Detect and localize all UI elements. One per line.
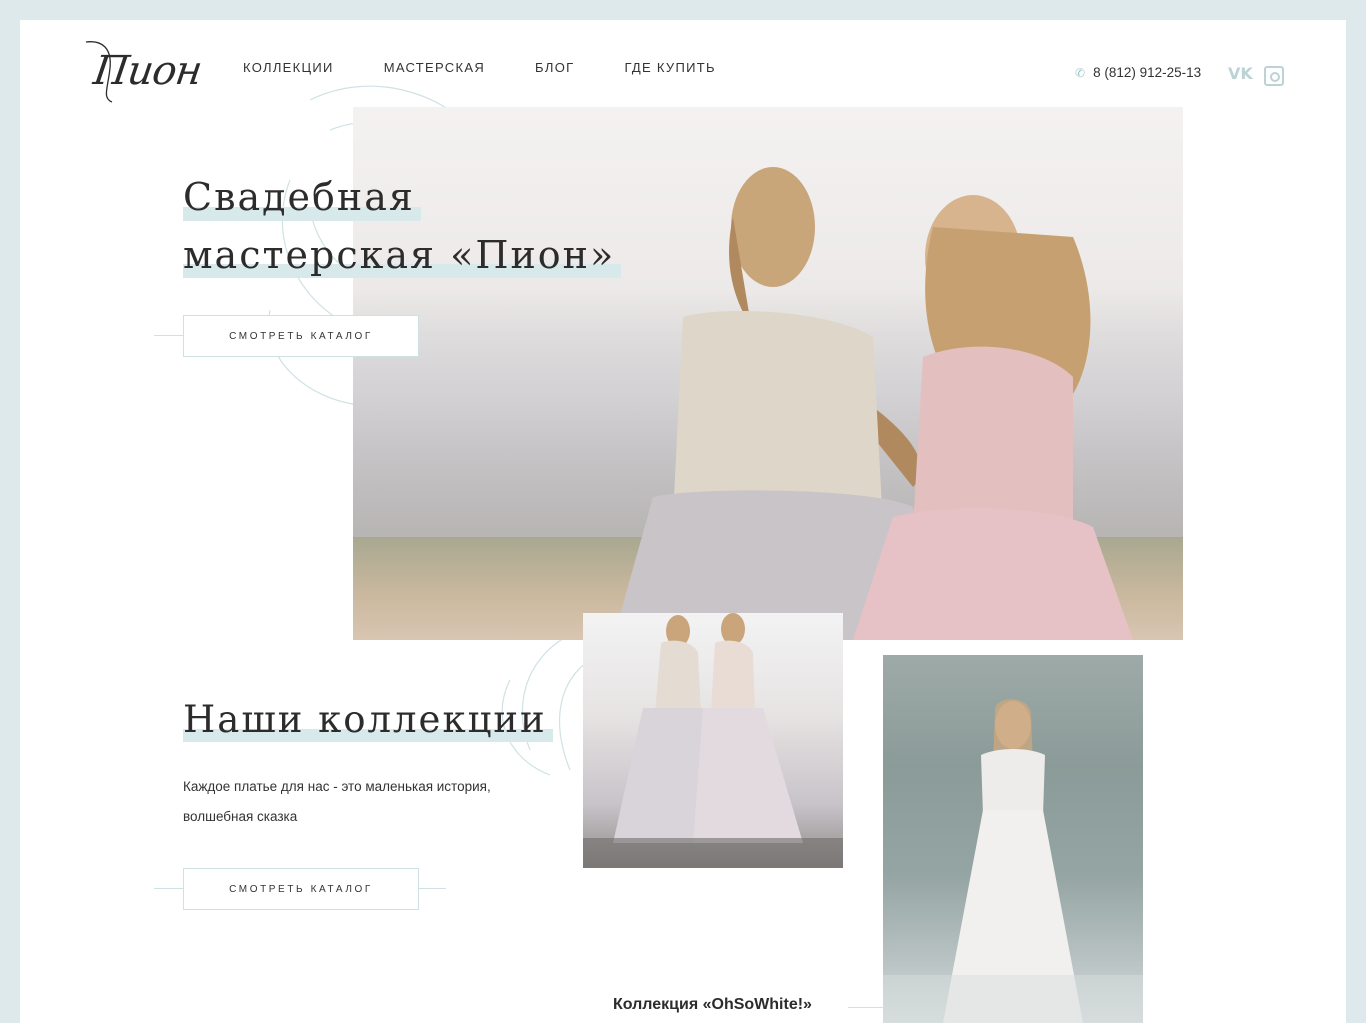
collection-photo-two-brides[interactable] (583, 613, 843, 868)
hero-title-line-2: мастерская «Пион» (183, 232, 622, 279)
collection-caption[interactable]: Коллекция «OhSoWhite!» (613, 996, 812, 1014)
phone-icon: ✆ (1075, 65, 1086, 80)
divider-line (848, 1007, 884, 1008)
collection-photo-ohsowhite[interactable] (883, 655, 1143, 1023)
main-nav: КОЛЛЕКЦИИ МАСТЕРСКАЯ БЛОГ ГДЕ КУПИТЬ (243, 60, 766, 75)
collection-photo-ohsowhite-figure (883, 699, 1143, 1023)
logo-text: Пион (90, 48, 205, 94)
collections-description-line-2: волшебная сказка (183, 809, 298, 824)
collections-description: Каждое платье для нас - это маленькая ис… (183, 772, 523, 832)
hero-title-line-1: Свадебная (183, 175, 421, 221)
divider-line (154, 335, 184, 336)
collections-description-line-1: Каждое платье для нас - это маленькая ис… (183, 779, 491, 794)
instagram-icon[interactable] (1264, 66, 1284, 86)
hero-title: Свадебная мастерская «Пион» (183, 175, 622, 290)
hero-catalog-button[interactable]: СМОТРЕТЬ КАТАЛОГ (183, 315, 419, 357)
page: Пион КОЛЛЕКЦИИ МАСТЕРСКАЯ БЛОГ ГДЕ КУПИТ… (20, 20, 1346, 1023)
nav-item-workshop[interactable]: МАСТЕРСКАЯ (384, 60, 485, 75)
phone-contact[interactable]: ✆ 8 (812) 912-25-13 (1075, 65, 1201, 80)
collection-photo-two-brides-figures (583, 613, 843, 868)
nav-item-blog[interactable]: БЛОГ (535, 60, 574, 75)
vk-icon[interactable]: VK (1228, 64, 1253, 83)
collections-title: Наши коллекции (183, 698, 553, 743)
nav-item-where-to-buy[interactable]: ГДЕ КУПИТЬ (624, 60, 715, 75)
collections-catalog-button[interactable]: СМОТРЕТЬ КАТАЛОГ (183, 868, 419, 910)
logo[interactable]: Пион (82, 38, 204, 110)
phone-number: 8 (812) 912-25-13 (1093, 65, 1202, 80)
nav-item-collections[interactable]: КОЛЛЕКЦИИ (243, 60, 334, 75)
